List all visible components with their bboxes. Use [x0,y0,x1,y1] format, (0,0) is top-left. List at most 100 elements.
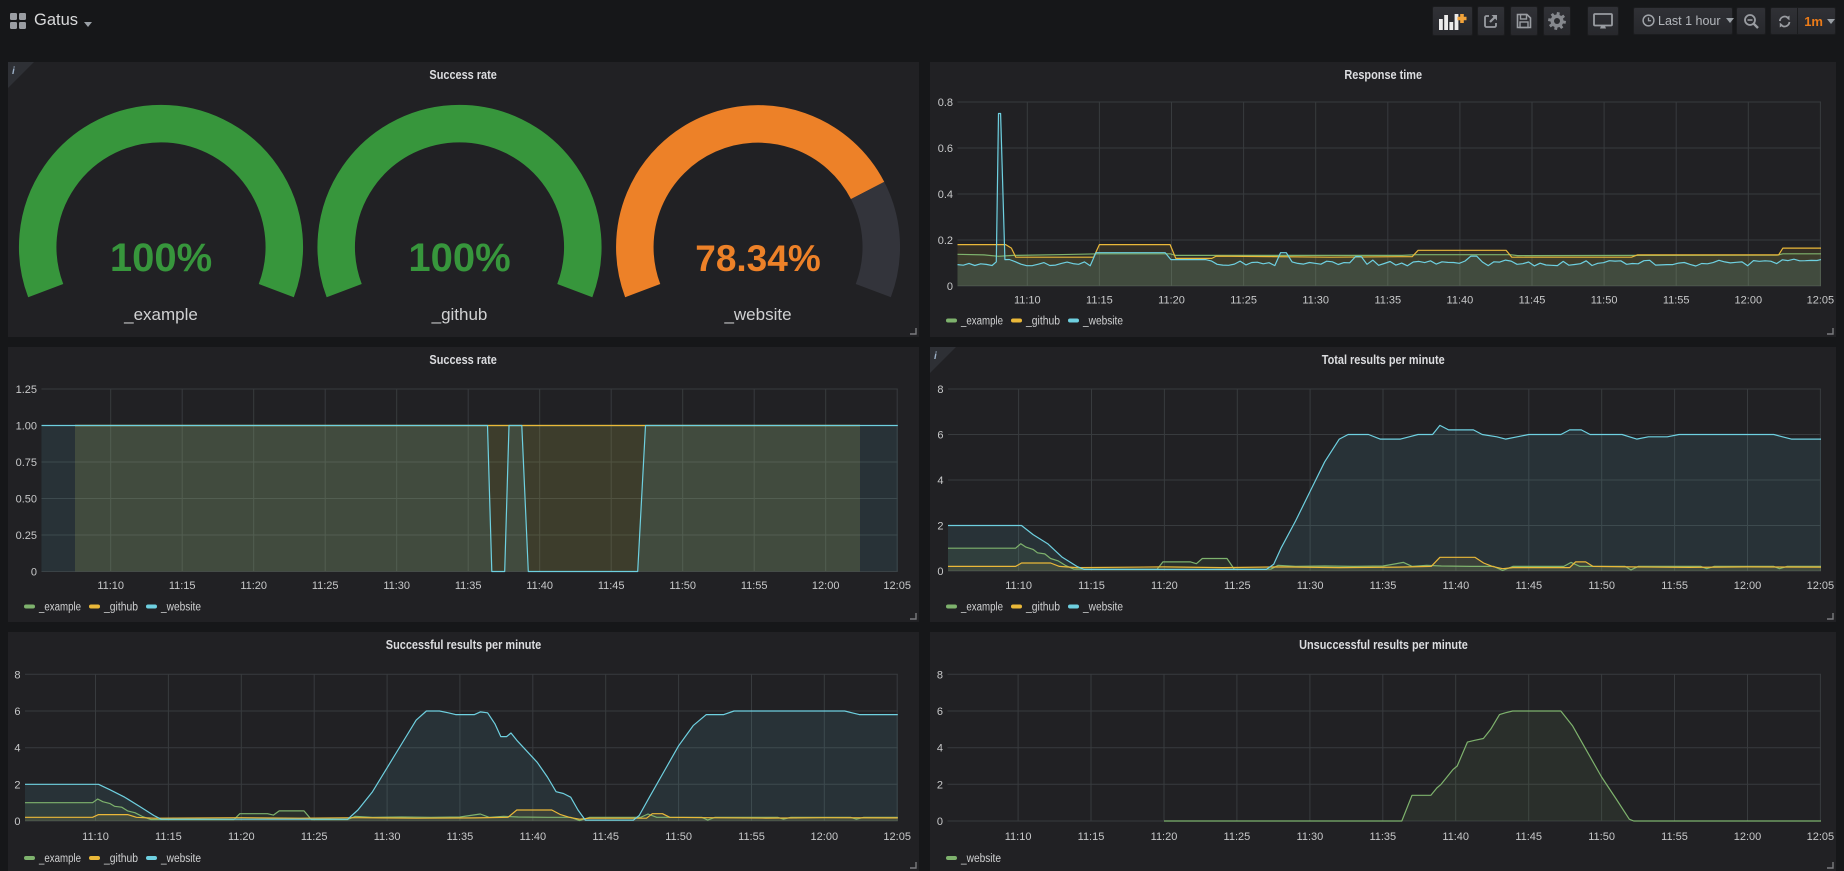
svg-text:12:00: 12:00 [812,580,840,592]
svg-text:8: 8 [14,669,20,681]
svg-text:11:40: 11:40 [526,580,553,592]
svg-text:0.75: 0.75 [16,457,37,469]
svg-text:_github: _github [103,853,138,865]
svg-text:0.6: 0.6 [938,143,953,155]
svg-text:_example: _example [960,316,1003,328]
svg-text:100%: 100% [110,236,212,280]
svg-text:11:10: 11:10 [97,580,124,592]
svg-text:11:10: 11:10 [1014,295,1041,307]
svg-text:_website: _website [723,305,791,324]
svg-text:0: 0 [947,281,953,293]
svg-text:11:30: 11:30 [374,831,401,843]
svg-text:11:25: 11:25 [1224,580,1251,592]
svg-text:11:45: 11:45 [1515,580,1542,592]
svg-text:12:05: 12:05 [1807,580,1835,592]
svg-text:6: 6 [937,430,943,442]
svg-text:11:25: 11:25 [312,580,339,592]
svg-text:11:10: 11:10 [1005,580,1032,592]
svg-text:11:55: 11:55 [741,580,768,592]
svg-text:11:55: 11:55 [738,831,765,843]
svg-text:_example: _example [38,853,81,865]
svg-text:11:20: 11:20 [228,831,255,843]
svg-text:11:50: 11:50 [665,831,692,843]
svg-text:11:10: 11:10 [82,831,109,843]
svg-text:_website: _website [960,853,1001,865]
svg-text:12:05: 12:05 [1807,295,1835,307]
svg-text:11:55: 11:55 [1661,831,1688,843]
svg-text:4: 4 [937,475,943,487]
svg-text:2: 2 [937,521,943,533]
svg-text:11:15: 11:15 [1086,295,1113,307]
svg-text:_website: _website [1082,316,1123,328]
svg-text:11:35: 11:35 [1370,580,1397,592]
svg-text:11:45: 11:45 [1515,831,1542,843]
svg-text:1.25: 1.25 [16,384,37,396]
svg-text:0: 0 [937,816,943,828]
svg-text:_example: _example [960,602,1003,614]
svg-text:0.50: 0.50 [16,494,37,506]
svg-text:12:00: 12:00 [1734,831,1762,843]
svg-text:11:30: 11:30 [1302,295,1329,307]
svg-text:11:45: 11:45 [598,580,625,592]
svg-text:11:50: 11:50 [1591,295,1618,307]
svg-text:2: 2 [937,779,943,791]
svg-text:11:30: 11:30 [1297,580,1324,592]
svg-text:4: 4 [14,743,20,755]
svg-text:11:45: 11:45 [592,831,619,843]
svg-text:_website: _website [1082,602,1123,614]
svg-text:11:25: 11:25 [1230,295,1257,307]
svg-text:11:35: 11:35 [1369,831,1396,843]
svg-text:1.00: 1.00 [16,421,37,433]
svg-text:11:35: 11:35 [447,831,474,843]
svg-text:11:40: 11:40 [519,831,546,843]
svg-text:_example: _example [38,602,81,614]
svg-text:_website: _website [160,602,201,614]
svg-text:11:50: 11:50 [669,580,696,592]
svg-text:_github: _github [1025,602,1060,614]
svg-text:11:45: 11:45 [1519,295,1546,307]
svg-text:11:15: 11:15 [169,580,196,592]
svg-text:11:25: 11:25 [301,831,328,843]
svg-text:11:10: 11:10 [1005,831,1032,843]
svg-text:78.34%: 78.34% [695,238,821,279]
svg-text:0: 0 [937,566,943,578]
svg-text:11:30: 11:30 [383,580,410,592]
svg-text:11:55: 11:55 [1663,295,1690,307]
svg-text:100%: 100% [408,236,510,280]
svg-text:11:20: 11:20 [1151,831,1178,843]
svg-text:2: 2 [14,779,20,791]
svg-text:11:15: 11:15 [155,831,182,843]
svg-text:6: 6 [14,706,20,718]
svg-text:_github: _github [103,602,138,614]
svg-text:12:05: 12:05 [883,580,911,592]
svg-text:8: 8 [937,384,943,396]
svg-text:0.25: 0.25 [16,530,37,542]
svg-text:_example: _example [123,305,198,324]
svg-text:8: 8 [937,669,943,681]
svg-text:11:35: 11:35 [455,580,482,592]
svg-text:0.8: 0.8 [938,97,953,109]
svg-text:4: 4 [937,743,943,755]
svg-text:11:40: 11:40 [1442,831,1469,843]
svg-text:11:20: 11:20 [1151,580,1178,592]
svg-text:12:05: 12:05 [1807,831,1835,843]
svg-text:11:55: 11:55 [1661,580,1688,592]
svg-text:11:20: 11:20 [1158,295,1185,307]
svg-text:12:00: 12:00 [1735,295,1763,307]
svg-text:11:40: 11:40 [1447,295,1474,307]
svg-text:_github: _github [1025,316,1060,328]
svg-text:11:20: 11:20 [240,580,267,592]
svg-text:_github: _github [431,305,488,324]
svg-text:11:25: 11:25 [1224,831,1251,843]
svg-text:11:35: 11:35 [1374,295,1401,307]
svg-text:11:40: 11:40 [1443,580,1470,592]
svg-text:6: 6 [937,706,943,718]
svg-text:11:50: 11:50 [1588,580,1615,592]
svg-text:11:15: 11:15 [1078,831,1105,843]
svg-text:12:00: 12:00 [1734,580,1762,592]
svg-text:12:00: 12:00 [811,831,839,843]
svg-text:0.4: 0.4 [938,189,953,201]
svg-text:0: 0 [14,816,20,828]
svg-text:11:30: 11:30 [1297,831,1324,843]
svg-text:11:50: 11:50 [1588,831,1615,843]
